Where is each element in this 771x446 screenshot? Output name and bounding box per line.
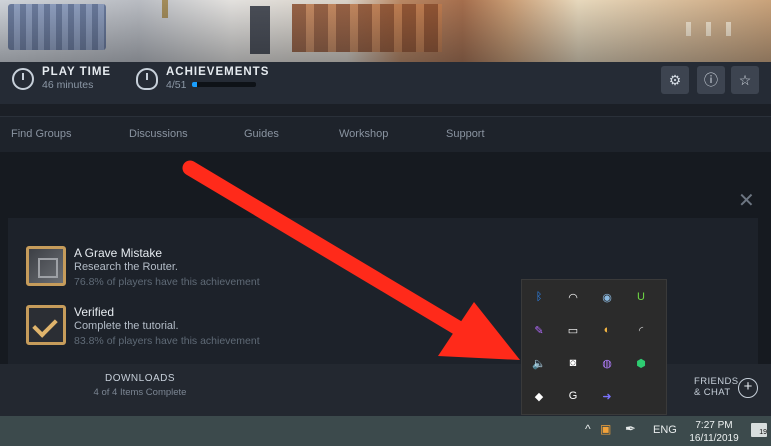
nav-guides[interactable]: Guides <box>244 128 279 140</box>
show-hidden-icons-chevron-icon[interactable]: ^ <box>585 422 591 436</box>
achievement-percent: 83.8% of players have this achievement <box>74 335 260 347</box>
achievement-percent: 76.8% of players have this achievement <box>74 276 260 288</box>
achievement-description: Research the Router. <box>74 261 178 273</box>
star-icon: ☆ <box>738 71 752 88</box>
settings-button[interactable]: ⚙ <box>661 66 689 94</box>
upwork-icon[interactable]: U <box>634 290 648 304</box>
achievement-item[interactable]: Verified Complete the tutorial. 83.8% of… <box>26 305 260 347</box>
battery-icon[interactable]: ▭ <box>566 323 580 337</box>
add-friend-icon[interactable]: + <box>738 378 758 398</box>
friends-chat-button[interactable]: FRIENDS & CHAT <box>694 376 739 398</box>
downloads-title: DOWNLOADS <box>104 373 176 384</box>
discord-icon[interactable]: ◙ <box>566 356 580 370</box>
feather-icon[interactable]: ✎ <box>532 323 546 337</box>
community-nav: Find Groups Discussions Guides Workshop … <box>0 116 771 154</box>
refresh-g-icon[interactable]: G <box>566 389 580 403</box>
nav-workshop[interactable]: Workshop <box>339 128 388 140</box>
nav-support[interactable]: Support <box>446 128 485 140</box>
wifi-icon[interactable]: ◜ <box>634 323 648 337</box>
achievement-name: A Grave Mistake <box>74 246 163 260</box>
clock-date: 16/11/2019 <box>689 433 739 444</box>
friends-label: FRIENDS <box>694 376 739 387</box>
arrow-circle-icon[interactable]: ➜ <box>600 389 614 403</box>
router-badge-icon <box>26 246 66 286</box>
achievement-ribbon-icon <box>136 67 158 90</box>
weather-icon[interactable]: ◐ <box>600 323 614 337</box>
play-time-stat: PLAY TIME 46 minutes <box>12 66 111 91</box>
info-icon: ⓘ <box>704 72 718 88</box>
game-banner <box>0 0 771 62</box>
notification-count: 19 <box>759 429 767 436</box>
achievements-count: 4/51 <box>166 79 187 91</box>
play-time-value: 46 minutes <box>42 79 94 91</box>
hidden-icons-flyout: ᛒ ◠ ◉ U ✎ ▭ ◐ ◜ 🔈 ◙ ◍ ⬢ ◆ G ➜ <box>521 279 667 415</box>
pen-icon[interactable]: ✒ <box>625 421 636 437</box>
nav-find-groups[interactable]: Find Groups <box>11 128 72 140</box>
achievement-description: Complete the tutorial. <box>74 320 179 332</box>
achievements-title: ACHIEVEMENTS <box>166 66 270 78</box>
arc-app-icon[interactable]: ◠ <box>566 290 580 304</box>
achievement-name: Verified <box>74 305 115 319</box>
clock-icon <box>12 67 34 90</box>
language-indicator[interactable]: ENG <box>653 424 677 436</box>
downloads-status[interactable]: DOWNLOADS 4 of 4 Items Complete <box>80 373 200 398</box>
checkmark-badge-icon <box>26 305 66 345</box>
shield-icon[interactable]: ⬢ <box>634 356 648 370</box>
notification-center-icon[interactable]: 19 <box>751 423 767 437</box>
achievements-progress-bar <box>192 82 257 87</box>
twitch-icon[interactable]: ◍ <box>600 356 614 370</box>
defender-icon[interactable]: ◆ <box>532 389 546 403</box>
speaker-icon[interactable]: 🔈 <box>532 356 546 370</box>
nav-discussions[interactable]: Discussions <box>129 128 188 140</box>
clock-time: 7:27 PM <box>695 420 733 431</box>
clock[interactable]: 7:27 PM 16/11/2019 <box>686 419 742 445</box>
achievements-stat[interactable]: ACHIEVEMENTS 4/51 <box>136 66 269 91</box>
windows-taskbar: ^ ▣ ✒ ENG 7:27 PM 16/11/2019 19 <box>0 416 771 446</box>
close-icon[interactable]: ✕ <box>738 188 755 213</box>
bluetooth-icon[interactable]: ᛒ <box>532 290 546 304</box>
game-stats-bar: PLAY TIME 46 minutes ACHIEVEMENTS 4/51 ⚙… <box>0 62 771 104</box>
achievements-progress-fill <box>192 82 198 87</box>
achievement-item[interactable]: A Grave Mistake Research the Router. 76.… <box>26 246 260 288</box>
steam-icon[interactable]: ◉ <box>600 290 614 304</box>
gear-icon: ⚙ <box>668 71 682 88</box>
chat-label: & CHAT <box>694 387 731 398</box>
favorite-button[interactable]: ☆ <box>731 66 759 94</box>
screen-capture-icon[interactable]: ▣ <box>600 422 611 436</box>
info-button[interactable]: ⓘ <box>697 66 725 94</box>
play-time-title: PLAY TIME <box>42 66 112 78</box>
downloads-count: 4 of 4 Items Complete <box>93 387 187 398</box>
